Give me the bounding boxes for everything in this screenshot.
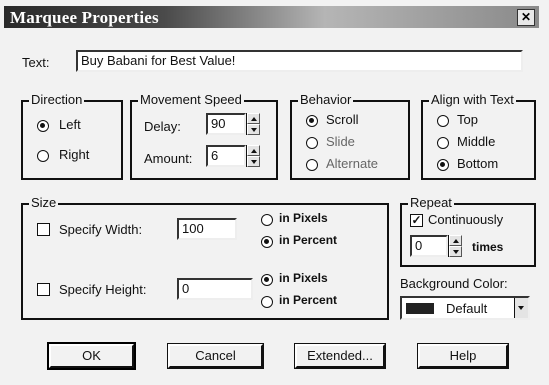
close-icon: ✕ [520, 10, 532, 24]
movement-speed-title: Movement Speed [138, 92, 244, 107]
behavior-title: Behavior [298, 92, 354, 107]
check-icon: ✓ [411, 213, 422, 227]
direction-right-radio[interactable] [37, 150, 49, 162]
continuously-label: Continuously [428, 212, 504, 227]
text-input[interactable]: Buy Babani for Best Value! [76, 50, 523, 72]
width-percent-label: in Percent [279, 233, 338, 247]
repeat-title: Repeat [408, 195, 454, 210]
direction-left-label: Left [59, 117, 81, 132]
delay-spinner[interactable] [246, 113, 260, 135]
times-label: times [472, 240, 504, 254]
align-top-label: Top [457, 112, 478, 127]
specify-width-checkbox[interactable] [37, 223, 50, 236]
background-color-dropdown[interactable]: Default [400, 296, 530, 320]
align-group: Align with Text Top Middle Bottom [421, 92, 536, 180]
repeat-times-spinner[interactable] [448, 235, 462, 257]
size-title: Size [29, 195, 59, 210]
ok-button[interactable]: OK [47, 342, 136, 370]
behavior-slide-radio[interactable] [306, 137, 318, 149]
align-middle-label: Middle [457, 134, 496, 149]
help-button[interactable]: Help [417, 343, 509, 369]
size-group: Size Specify Width: 100 in Pixels in Per… [21, 195, 389, 320]
delay-label: Delay: [144, 119, 181, 134]
repeat-group: Repeat ✓ Continuously 0 times [400, 195, 536, 267]
height-percent-label: in Percent [279, 293, 338, 307]
behavior-alternate-label: Alternate [326, 156, 379, 171]
height-pixels-label: in Pixels [279, 271, 328, 285]
width-percent-radio[interactable] [261, 236, 273, 248]
extended-button[interactable]: Extended... [294, 343, 386, 369]
direction-title: Direction [29, 92, 85, 107]
height-input[interactable]: 0 [177, 278, 253, 300]
amount-spinner[interactable] [246, 145, 260, 167]
specify-height-checkbox[interactable] [37, 283, 50, 296]
align-top-radio[interactable] [437, 115, 449, 127]
specify-height-label: Specify Height: [59, 282, 147, 297]
align-title: Align with Text [429, 92, 516, 107]
title-bar[interactable]: Marquee Properties ✕ [4, 6, 539, 28]
height-pixels-radio[interactable] [261, 274, 273, 286]
cancel-button[interactable]: Cancel [167, 343, 264, 369]
amount-input[interactable]: 6 [206, 145, 246, 167]
width-pixels-radio[interactable] [261, 214, 273, 226]
behavior-alternate-radio[interactable] [306, 159, 318, 171]
amount-label: Amount: [144, 151, 193, 166]
repeat-times-input[interactable]: 0 [410, 235, 448, 257]
color-swatch [406, 303, 434, 314]
align-middle-radio[interactable] [437, 137, 449, 149]
background-color-label: Background Color: [400, 276, 508, 291]
behavior-scroll-label: Scroll [326, 112, 359, 127]
direction-left-radio[interactable] [37, 120, 49, 132]
width-input[interactable]: 100 [177, 218, 237, 240]
height-percent-radio[interactable] [261, 296, 273, 308]
continuously-checkbox[interactable]: ✓ [410, 214, 423, 227]
align-bottom-radio[interactable] [437, 159, 449, 171]
window-title: Marquee Properties [10, 8, 159, 27]
direction-right-label: Right [59, 147, 90, 162]
specify-width-label: Specify Width: [59, 222, 143, 237]
chevron-down-icon[interactable] [514, 298, 528, 318]
width-pixels-label: in Pixels [279, 211, 328, 225]
direction-group: Direction Left Right [21, 92, 123, 180]
text-label: Text: [22, 55, 50, 70]
behavior-slide-label: Slide [326, 134, 355, 149]
behavior-group: Behavior Scroll Slide Alternate [290, 92, 410, 180]
background-color-value: Default [446, 301, 488, 316]
behavior-scroll-radio[interactable] [306, 115, 318, 127]
delay-input[interactable]: 90 [206, 113, 246, 135]
align-bottom-label: Bottom [457, 156, 499, 171]
movement-speed-group: Movement Speed Delay: 90 Amount: 6 [130, 92, 278, 180]
close-button[interactable]: ✕ [517, 9, 535, 26]
